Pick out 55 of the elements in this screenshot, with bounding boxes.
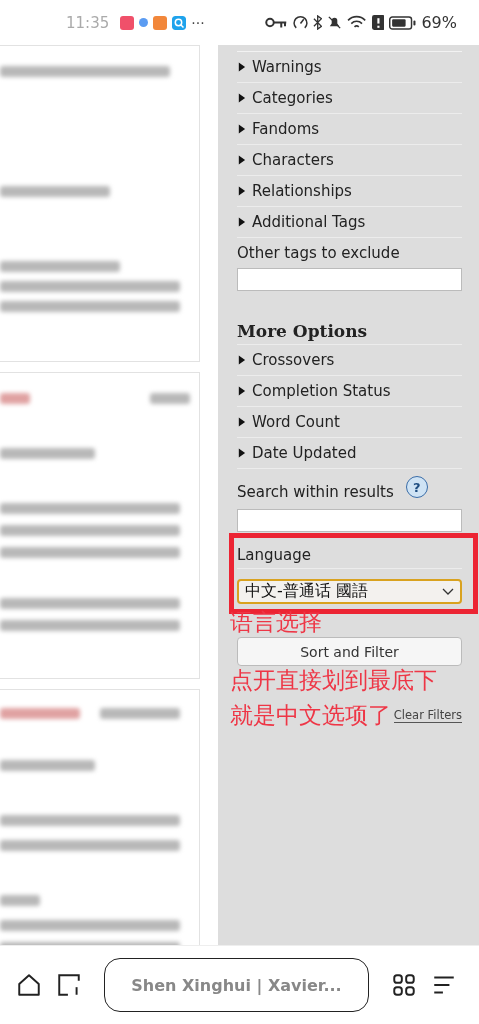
caret-icon xyxy=(237,448,246,458)
blurred-text xyxy=(0,393,30,404)
filter-section-toggle[interactable]: Fandoms xyxy=(237,114,462,145)
annotation-text: 点开直接划到最底下 xyxy=(230,667,437,693)
caret-icon xyxy=(237,417,246,427)
blurred-text xyxy=(0,895,40,906)
grid-icon[interactable] xyxy=(391,972,417,998)
filter-section-toggle[interactable]: Characters xyxy=(237,145,462,176)
clear-filters-link[interactable]: Clear Filters xyxy=(393,708,462,723)
blurred-text xyxy=(150,393,190,404)
filter-section-toggle[interactable]: Additional Tags xyxy=(237,207,462,238)
filter-section-toggle[interactable]: Word Count xyxy=(237,407,462,438)
key-icon xyxy=(265,15,288,30)
notification-dot-icon xyxy=(139,18,149,27)
address-bar[interactable]: Shen Xinghui | Xavier... xyxy=(104,958,369,1012)
caret-icon xyxy=(237,62,246,72)
caret-icon xyxy=(237,355,246,365)
filter-section-toggle[interactable]: Relationships xyxy=(237,176,462,207)
status-time: 11:35 xyxy=(66,13,110,32)
caret-icon xyxy=(237,93,246,103)
battery-icon xyxy=(389,15,417,30)
filter-section-toggle[interactable]: Completion Status xyxy=(237,376,462,407)
app-icon xyxy=(153,15,168,30)
filter-section-toggle[interactable]: Crossovers xyxy=(237,345,462,376)
search-field[interactable] xyxy=(237,509,462,532)
tabs-icon[interactable] xyxy=(56,972,82,998)
more-notifications: ··· xyxy=(191,14,205,31)
annotation-text: 就是中文选项了 xyxy=(230,702,391,728)
bluetooth-icon xyxy=(312,15,323,30)
alert-icon xyxy=(371,15,385,30)
caret-icon xyxy=(237,186,246,196)
caret-icon xyxy=(237,386,246,396)
filter-section-toggle[interactable]: Categories xyxy=(237,83,462,114)
field-label: Language xyxy=(237,542,462,569)
filter-section-toggle[interactable]: Date Updated xyxy=(237,438,462,469)
home-icon[interactable] xyxy=(16,972,42,998)
help-button[interactable]: ? xyxy=(405,476,428,498)
field-label: Other tags to exclude xyxy=(237,243,401,264)
search-app-icon xyxy=(172,15,187,30)
caret-icon xyxy=(237,124,246,134)
battery-percent: 69% xyxy=(421,13,457,32)
caret-icon xyxy=(237,155,246,165)
caret-icon xyxy=(237,217,246,227)
field-label: Search within results xyxy=(237,483,394,501)
sort-and-filter-button[interactable]: Sort and Filter xyxy=(237,637,462,666)
chevron-down-icon xyxy=(442,587,454,596)
speedometer-icon xyxy=(292,15,308,30)
app-icon xyxy=(120,15,135,30)
annotation-text: 语言选择 xyxy=(230,609,322,635)
language-select[interactable]: 中文-普通话 國語 xyxy=(237,579,462,604)
filter-section-toggle[interactable]: Warnings xyxy=(237,52,462,83)
exclude-tags-field[interactable] xyxy=(237,268,462,291)
bell-off-icon xyxy=(327,15,343,30)
wifi-icon xyxy=(347,15,367,30)
section-heading: More Options xyxy=(237,321,462,345)
